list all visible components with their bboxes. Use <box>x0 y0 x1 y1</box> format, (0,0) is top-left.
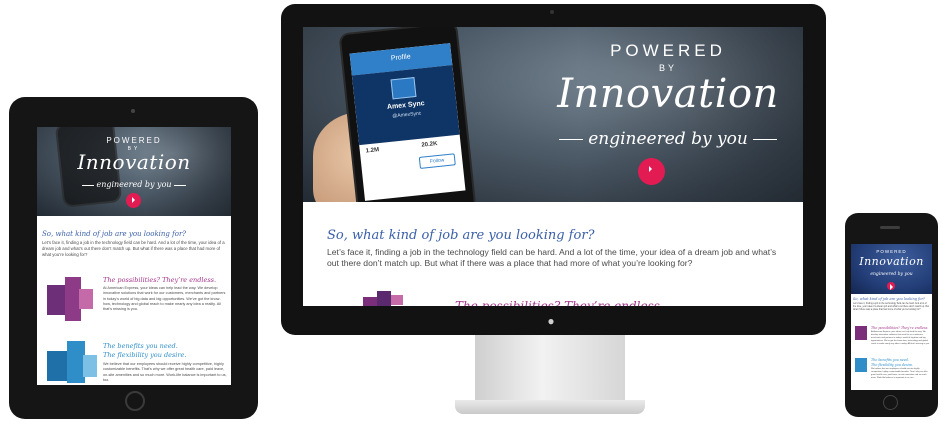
imac-stand <box>475 335 625 405</box>
iphone-hero-banner: POWERED Innovation engineered by you <box>851 244 932 294</box>
iphone-benefits-body: We believe that our employees should rec… <box>871 368 928 379</box>
amex-logo <box>390 76 417 99</box>
iphone-benefits-title-2: The flexibility you desire. <box>871 363 914 367</box>
ipad-possibilities-icon <box>47 277 97 322</box>
iphone-content-intro: Let’s face it, finding a job in the tech… <box>853 303 929 312</box>
ipad-benefits-title-2: The flexibility you desire. <box>103 351 187 359</box>
hero-phone: Profile Amex Sync @AmexSync 1.2M 20.2K F… <box>338 27 477 202</box>
iphone-benefits-title-1: The benefits you need. <box>871 358 909 362</box>
hero-engineered-text: engineered by you <box>533 129 803 149</box>
iphone-possibilities-title: The possibilities? They’re endless. <box>871 326 929 330</box>
iphone-hero-innovation: Innovation <box>859 255 924 268</box>
ipad-possibilities-title: The possibilities? They’re endless. <box>103 276 217 284</box>
phone-follow-button[interactable]: Follow <box>418 152 456 169</box>
imac-screen: Profile Amex Sync @AmexSync 1.2M 20.2K F… <box>303 27 803 306</box>
iphone-play-button[interactable] <box>887 282 895 291</box>
iphone-hero-powered: POWERED <box>876 249 907 254</box>
ipad-benefits-icon <box>47 341 97 383</box>
content-intro: Let’s face it, finding a job in the tech… <box>327 247 777 268</box>
iphone-speaker <box>880 226 900 229</box>
ipad-hero-powered: POWERED <box>106 136 162 145</box>
ipad-screen: POWERED BY Innovation engineered by you … <box>37 127 231 385</box>
ipad-hero-banner: POWERED BY Innovation engineered by you <box>37 127 231 216</box>
phone-stat-tweets: 1.2M <box>365 146 380 155</box>
imac-base <box>455 400 645 414</box>
ipad-possibilities-body: At American Express, your ideas can help… <box>103 286 226 312</box>
imac-camera <box>550 10 554 14</box>
ipad-benefits-body: We believe that our employees should rec… <box>103 362 227 382</box>
phone-stat-followers: 20.2K <box>421 140 438 149</box>
hero-powered-text: POWERED <box>610 41 726 60</box>
iphone-content-heading: So, what kind of job are you looking for… <box>853 297 926 301</box>
possibilities-title: The possibilities? They’re endless. <box>455 299 664 306</box>
iphone-hero-engineered: engineered by you <box>870 272 913 277</box>
ipad-play-button[interactable] <box>126 193 141 208</box>
iphone-possibilities-icon <box>855 326 867 340</box>
apple-logo-icon: ● <box>547 314 555 328</box>
possibilities-icon <box>363 291 413 306</box>
ipad-content-heading: So, what kind of job are you looking for… <box>42 230 187 238</box>
play-video-button[interactable] <box>638 158 665 185</box>
content-heading: So, what kind of job are you looking for… <box>327 228 595 243</box>
phone-header: Profile <box>390 52 411 62</box>
iphone-benefits-icon <box>855 358 867 372</box>
ipad-content-intro: Let’s face it, finding a job in the tech… <box>42 240 225 257</box>
hero-innovation-text: Innovation <box>557 71 779 117</box>
ipad-hero-innovation: Innovation <box>77 150 191 174</box>
iphone-possibilities-body: At American Express, your ideas can help… <box>871 331 930 345</box>
ipad-home-button[interactable] <box>125 391 145 411</box>
ipad-hero-engineered: engineered by you <box>37 180 231 189</box>
iphone-screen: POWERED Innovation engineered by you So,… <box>851 244 932 390</box>
iphone-home-button[interactable] <box>883 395 898 410</box>
ipad-benefits-title-1: The benefits you need. <box>103 342 178 350</box>
hero-banner: Profile Amex Sync @AmexSync 1.2M 20.2K F… <box>303 27 803 202</box>
ipad-camera <box>131 109 135 113</box>
